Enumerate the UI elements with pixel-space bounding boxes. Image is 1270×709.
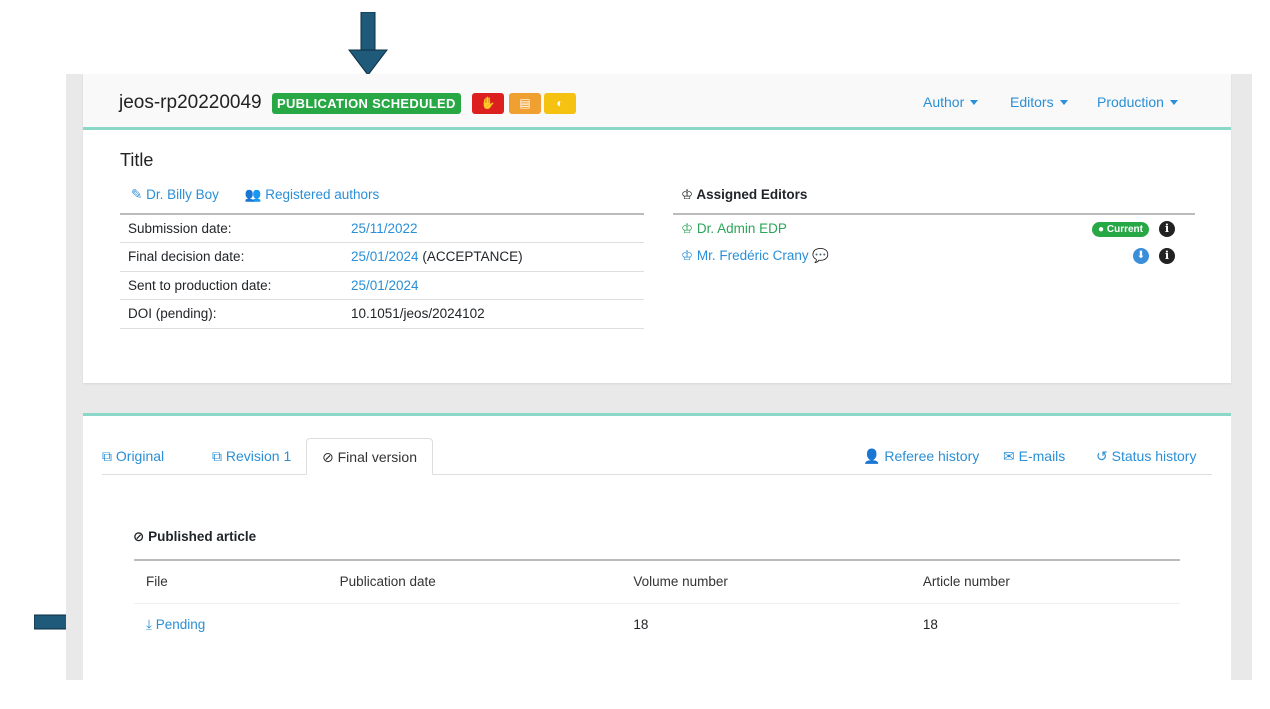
table-row: Final decision date: 25/01/2024 (ACCEPTA…: [120, 242, 644, 271]
hand-icon[interactable]: ✋: [472, 93, 504, 114]
crown-icon: ♔: [681, 187, 694, 202]
chevron-down-icon: [970, 100, 979, 105]
info-label: Final decision date:: [120, 242, 343, 271]
column-header: Article number: [910, 559, 1180, 604]
info-icon[interactable]: i: [1159, 221, 1175, 237]
chevron-down-icon: [1169, 100, 1178, 105]
document-icon[interactable]: ▤: [509, 93, 541, 114]
manuscript-card: jeos-rp20220049 PUBLICATION SCHEDULED ✋ …: [83, 74, 1231, 383]
version-tabs: ⧉ Original ⧉ Revision 1 ⊘ Final version …: [102, 438, 1212, 475]
pending-file-link[interactable]: ⤓ Pending: [146, 617, 205, 632]
tab-original[interactable]: ⧉ Original: [102, 438, 164, 475]
info-label: Submission date:: [120, 213, 343, 243]
editors-list: ♔ Dr. Admin EDP ● Current i ♔ Mr. Fredér…: [673, 213, 1195, 270]
decision-type: (ACCEPTANCE): [418, 249, 523, 265]
submission-date-link[interactable]: 25/11/2022: [351, 221, 418, 236]
editor-name-link[interactable]: Mr. Fredéric Crany: [697, 248, 809, 263]
manuscript-id: jeos-rp20220049: [119, 92, 262, 113]
status-badge: PUBLICATION SCHEDULED: [272, 93, 461, 114]
check-circle-icon: ⊘: [133, 529, 145, 544]
contrast-icon[interactable]: ◐: [544, 93, 576, 114]
table-row: Submission date: 25/11/2022: [120, 213, 644, 243]
table-row: Sent to production date: 25/01/2024: [120, 270, 644, 300]
download-icon: ⤓: [146, 616, 152, 632]
table-row: ⤓ Pending 18 18: [134, 603, 1180, 646]
status-history-link[interactable]: ↺ Status history: [1096, 438, 1196, 475]
info-icon[interactable]: i: [1159, 247, 1175, 264]
current-badge: ● Current: [1092, 222, 1149, 237]
editor-row: ♔ Dr. Admin EDP ● Current i: [673, 213, 1195, 242]
pin-icon[interactable]: ⬇: [1133, 247, 1149, 264]
tab-revision-1[interactable]: ⧉ Revision 1: [212, 438, 291, 475]
feather-icon: ✎: [131, 187, 143, 202]
main-author-link[interactable]: Dr. Billy Boy: [146, 187, 219, 202]
assigned-editors-heading: ♔ Assigned Editors: [681, 187, 808, 202]
author-menu[interactable]: Author: [923, 94, 979, 110]
chevron-down-icon: [1059, 100, 1068, 105]
crown-icon: ♔: [681, 247, 694, 263]
volume-number-cell: 18: [633, 617, 649, 633]
table-header-row: File Publication date Volume number Arti…: [134, 559, 1180, 604]
article-number-cell: 18: [922, 617, 938, 633]
tab-final-version[interactable]: ⊘ Final version: [306, 438, 433, 475]
doi-value: 10.1051/jeos/2024102: [343, 299, 644, 329]
published-article-heading: ⊘ Published article: [133, 529, 257, 544]
crown-icon: ♔: [681, 221, 694, 236]
publication-date-cell: [328, 603, 622, 646]
column-header: File: [134, 559, 328, 604]
published-article-table: File Publication date Volume number Arti…: [134, 559, 1180, 646]
manuscript-info-table: Submission date: 25/11/2022 Final decisi…: [120, 213, 644, 329]
manuscript-header: jeos-rp20220049 PUBLICATION SCHEDULED ✋ …: [83, 74, 1231, 130]
table-row: DOI (pending): 10.1051/jeos/2024102: [120, 299, 644, 329]
editor-name-link[interactable]: Dr. Admin EDP: [697, 221, 787, 236]
editors-menu[interactable]: Editors: [1010, 94, 1068, 110]
registered-authors-link[interactable]: Registered authors: [265, 187, 379, 202]
editor-row: ♔ Mr. Fredéric Crany 💬 ⬇ i: [673, 242, 1195, 271]
info-label: DOI (pending):: [120, 299, 343, 329]
emails-link[interactable]: ✉ E-mails: [1003, 438, 1065, 475]
column-header: Publication date: [327, 559, 622, 604]
authors-line: ✎ Dr. Billy Boy 👥 Registered authors: [131, 187, 379, 203]
referee-history-link[interactable]: 👤 Referee history: [863, 438, 979, 475]
info-label: Sent to production date:: [120, 270, 343, 300]
comment-icon[interactable]: 💬: [812, 248, 829, 263]
manuscript-title: Title: [120, 150, 154, 170]
users-icon: 👥: [244, 187, 262, 202]
versions-card: ⧉ Original ⧉ Revision 1 ⊘ Final version …: [83, 413, 1231, 709]
column-header: Volume number: [621, 559, 911, 604]
annotation-arrow-down-icon: [348, 12, 388, 76]
production-date-link[interactable]: 25/01/2024: [351, 278, 419, 293]
production-menu[interactable]: Production: [1097, 94, 1178, 110]
final-decision-date-link[interactable]: 25/01/2024: [351, 249, 419, 264]
